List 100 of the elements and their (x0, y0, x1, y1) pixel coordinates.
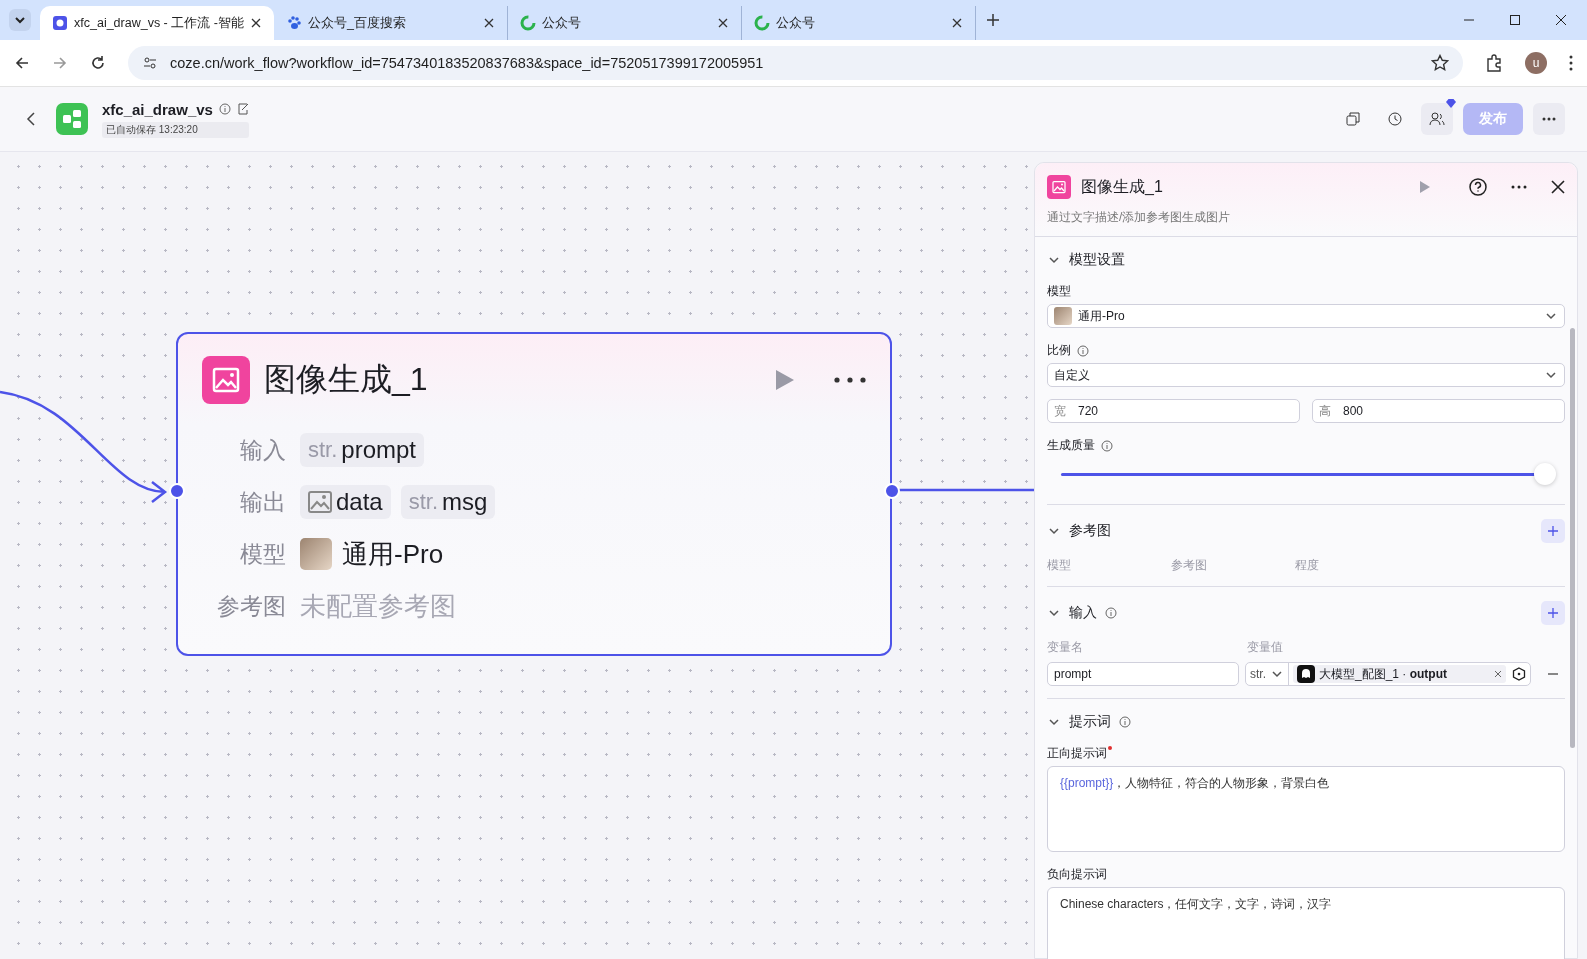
close-icon[interactable] (250, 17, 262, 29)
info-icon[interactable] (1101, 439, 1113, 452)
back-icon[interactable] (14, 55, 30, 71)
field-label: 模型 (239, 539, 286, 569)
tab-title: 公众号 (776, 14, 816, 32)
close-icon[interactable] (1551, 180, 1565, 194)
variable-picker-icon[interactable] (1512, 667, 1526, 681)
new-tab-icon[interactable] (986, 13, 1000, 27)
maximize-icon[interactable] (1509, 14, 1521, 26)
close-icon[interactable] (717, 17, 729, 29)
variable-tag: str. prompt (300, 433, 425, 467)
column-header: 变量值 (1247, 639, 1284, 656)
reload-icon[interactable] (90, 55, 106, 71)
field-prefix: 宽 (1054, 402, 1066, 420)
ratio-select[interactable]: 自定义 (1047, 363, 1565, 387)
field-label: 输出 (239, 487, 286, 517)
positive-prompt-field[interactable]: {{prompt}}，人物特征，符合的人物形象，背景白色 (1047, 766, 1565, 852)
tab-list-icon[interactable] (8, 8, 32, 32)
close-icon[interactable] (951, 17, 963, 29)
variable-name-field[interactable]: prompt (1047, 662, 1239, 686)
more-icon[interactable] (1569, 55, 1573, 71)
variable-tag: data (300, 485, 391, 519)
negative-prompt-field[interactable]: Chinese characters，任何文字，文字，诗词，汉字 (1047, 887, 1565, 959)
site-icon (52, 15, 68, 31)
more-icon[interactable] (834, 377, 866, 383)
field-label: 模型 (1047, 283, 1072, 300)
back-icon[interactable] (26, 112, 36, 126)
empty-value: 未配置参考图 (300, 589, 456, 623)
image-icon (308, 491, 332, 513)
site-settings-icon[interactable] (142, 55, 158, 71)
panel-description: 通过文字描述/添加参考图生成图片 (1047, 209, 1232, 226)
variable-tag: str. msg (400, 485, 496, 519)
history-icon (1388, 112, 1402, 126)
column-header: 参考图 (1171, 557, 1208, 574)
run-icon[interactable] (774, 368, 796, 392)
forward-icon[interactable] (52, 55, 68, 71)
tab-title: xfc_ai_draw_vs - 工作流 -智能 (74, 14, 244, 32)
diamond-badge-icon (1446, 99, 1456, 108)
field-prefix: 高 (1319, 402, 1331, 420)
image-generation-icon (1047, 175, 1071, 199)
workflow-logo-icon (56, 103, 88, 135)
type-select[interactable]: str. (1246, 663, 1289, 685)
add-button[interactable] (1541, 601, 1565, 625)
bot-icon (1297, 665, 1315, 683)
column-header: 变量名 (1047, 639, 1084, 656)
info-icon[interactable] (1077, 344, 1089, 357)
section-title: 输入 (1069, 604, 1097, 622)
select-value: 自定义 (1054, 366, 1090, 384)
more-icon (1542, 117, 1556, 121)
url-text: coze.cn/work_flow?workflow_id=7547340183520837683&space_id=7520517399172005951 (170, 55, 764, 71)
number-field[interactable]: 宽 720 (1047, 399, 1300, 423)
field-value: 720 (1078, 404, 1099, 418)
field-label: 比例 (1047, 342, 1071, 359)
edit-icon[interactable] (236, 103, 249, 115)
info-icon[interactable] (1105, 607, 1117, 619)
browser-tab[interactable]: xfc_ai_draw_vs - 工作流 -智能 (40, 6, 274, 40)
bookmark-star-icon[interactable] (1431, 54, 1449, 72)
model-thumbnail (300, 538, 332, 570)
profile-avatar[interactable]: u (1525, 52, 1547, 74)
field-label: 输入 (239, 435, 286, 465)
column-header: 模型 (1047, 557, 1072, 574)
site-icon (286, 15, 302, 31)
field-label: 负向提示词 (1047, 866, 1108, 883)
autosave-status: 已自动保存 13:23:20 (102, 121, 249, 138)
workflow-node[interactable]: 图像生成_1 输入 str. prompt 输出 data str. msg 模型 通用-Pro 参考图 未配置参考图 (176, 332, 892, 656)
slider-thumb[interactable] (1534, 462, 1556, 485)
field-value: 800 (1343, 404, 1364, 418)
info-icon[interactable] (1119, 716, 1131, 728)
clear-icon[interactable] (1494, 670, 1502, 678)
users-icon (1429, 112, 1445, 126)
site-icon (754, 15, 770, 31)
field-label: 参考图 (216, 591, 286, 621)
add-button[interactable] (1541, 519, 1565, 543)
number-field[interactable]: 高 800 (1312, 399, 1565, 423)
tab-title: 公众号 (542, 14, 582, 32)
extensions-icon[interactable] (1485, 54, 1503, 72)
panel-title: 图像生成_1 (1081, 176, 1164, 197)
more-icon[interactable] (1511, 185, 1527, 189)
close-icon[interactable] (483, 17, 495, 29)
node-title: 图像生成_1 (264, 360, 429, 399)
port-dot[interactable] (884, 483, 900, 499)
workflow-title: xfc_ai_draw_vs (102, 100, 213, 118)
help-icon[interactable] (1469, 178, 1487, 196)
field-label: 正向提示词 (1047, 745, 1107, 762)
scrollbar[interactable] (1570, 328, 1575, 748)
model-select[interactable]: 通用-Pro (1047, 304, 1565, 328)
tab-title: 公众号_百度搜索 (308, 14, 407, 32)
info-icon[interactable] (218, 103, 231, 115)
copy-icon (1346, 112, 1360, 126)
section-title: 参考图 (1069, 522, 1111, 540)
plus-icon (1548, 608, 1558, 618)
close-icon[interactable] (1555, 14, 1567, 26)
address-field[interactable]: coze.cn/work_flow?workflow_id=7547340183520837683&space_id=7520517399172005951 (128, 46, 1463, 80)
section-title: 提示词 (1069, 713, 1111, 731)
section-title: 模型设置 (1069, 251, 1125, 269)
port-dot[interactable] (169, 483, 185, 499)
reference-tag[interactable]: 大模型_配图_1 · output (1293, 665, 1506, 683)
column-header: 程度 (1295, 557, 1320, 574)
site-icon (520, 15, 536, 31)
plus-icon (1548, 526, 1558, 536)
